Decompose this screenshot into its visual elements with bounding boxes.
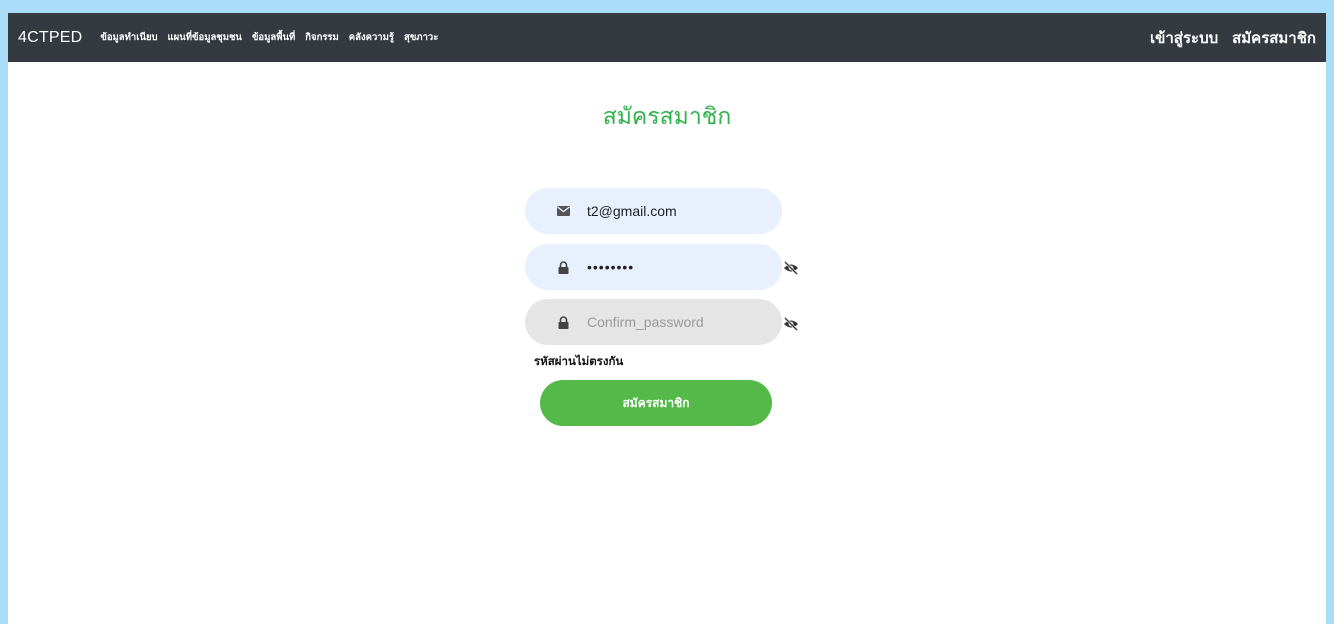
password-field[interactable] bbox=[525, 244, 782, 290]
lock-icon bbox=[556, 260, 570, 274]
nav-right: เข้าสู่ระบบ สมัครสมาชิก bbox=[1136, 13, 1316, 62]
nav-link-wellbeing[interactable]: สุขภาวะ bbox=[404, 30, 438, 45]
eye-slash-icon[interactable] bbox=[783, 260, 799, 275]
envelope-icon bbox=[556, 204, 570, 218]
password-input[interactable] bbox=[585, 258, 759, 276]
nav-links: ข้อมูลทำเนียบ แผนที่ข้อมูลชุมชน ข้อมูลพื… bbox=[100, 30, 448, 45]
password-mismatch-message: รหัสผ่านไม่ตรงกัน bbox=[534, 354, 624, 368]
browser-viewport: 4CTPED ข้อมูลทำเนียบ แผนที่ข้อมูลชุมชน ข… bbox=[8, 13, 1326, 624]
nav-link-knowledge[interactable]: คลังความรู้ bbox=[349, 30, 394, 45]
page-title: สมัครสมาชิก bbox=[602, 104, 732, 130]
register-link[interactable]: สมัครสมาชิก bbox=[1232, 26, 1316, 50]
login-link[interactable]: เข้าสู่ระบบ bbox=[1150, 26, 1218, 50]
nav-link-community-map[interactable]: แผนที่ข้อมูลชุมชน bbox=[168, 30, 242, 45]
nav-link-directory[interactable]: ข้อมูลทำเนียบ bbox=[100, 30, 157, 45]
brand-logo[interactable]: 4CTPED bbox=[18, 29, 82, 47]
confirm-password-field[interactable] bbox=[525, 299, 782, 345]
register-submit-button[interactable]: สมัครสมาชิก bbox=[540, 380, 772, 426]
email-field[interactable] bbox=[525, 188, 782, 234]
eye-slash-icon[interactable] bbox=[783, 316, 799, 331]
nav-link-activities[interactable]: กิจกรรม bbox=[305, 30, 339, 45]
lock-icon bbox=[556, 315, 570, 329]
email-input[interactable] bbox=[585, 202, 759, 220]
confirm-password-input[interactable] bbox=[585, 313, 759, 331]
nav-link-area-data[interactable]: ข้อมูลพื้นที่ bbox=[252, 30, 295, 45]
navbar: 4CTPED ข้อมูลทำเนียบ แผนที่ข้อมูลชุมชน ข… bbox=[8, 13, 1326, 62]
